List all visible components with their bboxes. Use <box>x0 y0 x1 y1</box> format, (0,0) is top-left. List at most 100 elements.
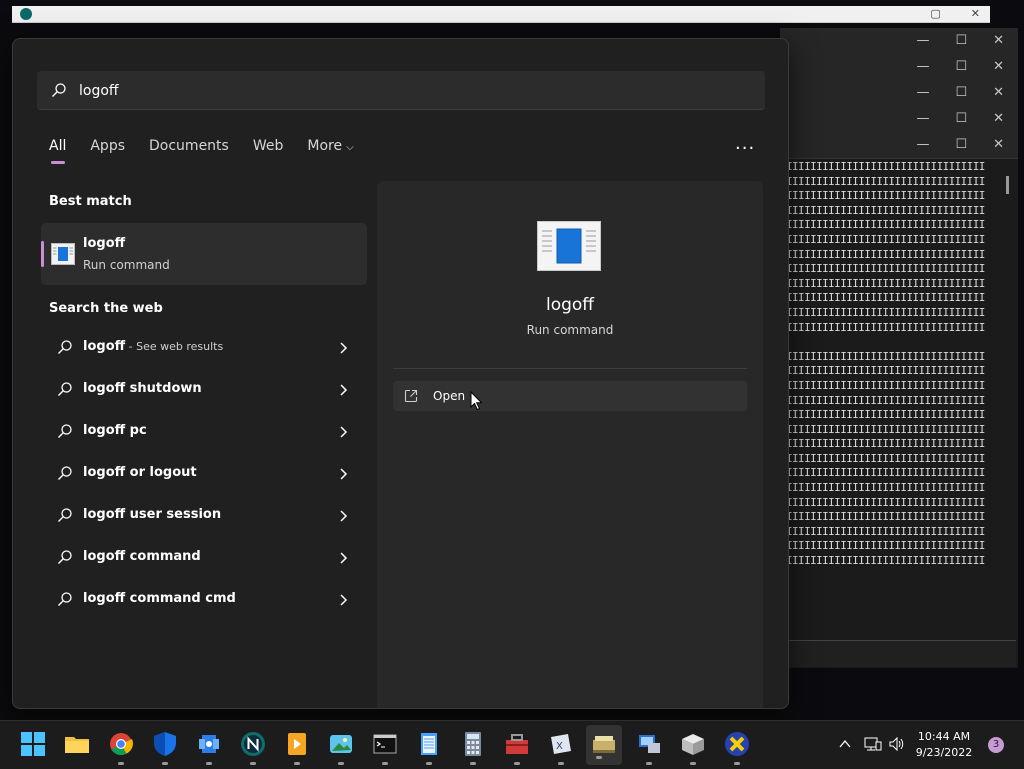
toolbox-icon <box>506 734 528 754</box>
folder-icon <box>65 737 89 753</box>
computer-manager-button[interactable] <box>636 731 662 765</box>
scanner-app-button[interactable] <box>586 725 622 765</box>
web-result-text: logoff pc <box>83 423 147 438</box>
chevron-right-icon <box>340 468 348 480</box>
scanner-icon <box>593 736 615 753</box>
xapp-button[interactable] <box>724 731 750 765</box>
app-logo-icon <box>20 8 32 20</box>
file-explorer-button[interactable] <box>64 731 90 757</box>
security-app-button[interactable] <box>152 731 178 765</box>
background-window-titlebar[interactable]: — ☐ ✕ <box>780 54 1018 81</box>
tab-all[interactable]: All <box>49 137 66 164</box>
best-match-item[interactable]: logoff Run command <box>41 223 367 285</box>
web-result-query: logoff command <box>83 549 201 564</box>
windows-logo-icon <box>21 732 45 756</box>
web-result-text: logoff shutdown <box>83 381 202 396</box>
network-icon[interactable] <box>864 736 882 752</box>
package-button[interactable] <box>680 731 706 765</box>
calculator-button[interactable] <box>460 731 486 765</box>
chrome-button[interactable] <box>108 731 134 765</box>
tab-documents[interactable]: Documents <box>149 137 229 161</box>
search-web-heading: Search the web <box>49 301 163 316</box>
terminal-button[interactable] <box>372 731 398 765</box>
background-window-titlebar: ▢ ✕ <box>12 6 990 23</box>
chrome-icon <box>110 733 133 755</box>
background-window-titlebar[interactable]: — ☐ ✕ <box>780 80 1018 107</box>
chevron-right-icon <box>340 384 348 396</box>
web-result-query: logoff <box>83 339 126 354</box>
best-match-heading: Best match <box>49 194 132 209</box>
calculator-icon <box>465 732 481 756</box>
web-result-suffix: - See web results <box>125 340 224 353</box>
tab-more[interactable]: More ⌵ <box>307 137 353 161</box>
open-label: Open <box>433 389 466 403</box>
navigator-button[interactable] <box>240 731 266 765</box>
open-external-icon <box>404 389 418 403</box>
more-options-button[interactable]: ... <box>735 135 755 153</box>
search-icon <box>52 83 66 97</box>
notepad-button[interactable] <box>416 731 442 765</box>
mouse-cursor-icon <box>470 391 483 411</box>
web-result-text: logoff user session <box>83 507 221 522</box>
photo-icon <box>330 735 352 753</box>
clock[interactable]: 10:44 AM 9/23/2022 <box>910 729 978 761</box>
detail-pane: logoff Run command Open <box>377 181 763 708</box>
web-result-text: logoff or logout <box>83 465 197 480</box>
web-result-item[interactable]: logoff pc <box>41 412 367 454</box>
web-result-item[interactable]: logoff command <box>41 538 367 580</box>
open-button[interactable]: Open <box>393 381 747 411</box>
web-result-item[interactable]: logoff or logout <box>41 454 367 496</box>
search-panel: All Apps Documents Web More⌵ ... Best ma… <box>12 38 789 709</box>
background-window-titlebar[interactable]: — ☐ ✕ <box>780 106 1018 133</box>
web-result-text: logoff - See web results <box>83 339 223 354</box>
run-command-large-icon <box>537 221 601 271</box>
web-result-item[interactable]: logoff user session <box>41 496 367 538</box>
web-results-list: logoff - See web results logoff shutdown l… <box>41 328 367 622</box>
clock-date: 9/23/2022 <box>915 746 973 759</box>
chevron-right-icon <box>340 552 348 564</box>
run-command-icon <box>51 243 75 265</box>
terminal-scrollbar[interactable] <box>1006 176 1009 194</box>
chevron-down-icon: ⌵ <box>346 142 354 153</box>
web-result-query: logoff pc <box>83 423 147 438</box>
detail-subtitle: Run command <box>526 323 614 337</box>
package-icon <box>682 734 704 755</box>
network-app-icon <box>199 735 219 753</box>
spreadsheet-button[interactable]: X <box>548 731 574 765</box>
background-window-titlebar[interactable]: — ☐ ✕ <box>780 132 1018 159</box>
selection-indicator <box>41 241 44 267</box>
web-result-item[interactable]: logoff - See web results <box>41 328 367 370</box>
chevron-right-icon <box>340 594 348 606</box>
search-icon <box>58 340 72 354</box>
tab-web[interactable]: Web <box>253 137 284 161</box>
search-icon <box>58 550 72 564</box>
web-result-item[interactable]: logoff shutdown <box>41 370 367 412</box>
computer-icon <box>639 735 660 753</box>
tab-apps[interactable]: Apps <box>90 137 125 161</box>
toolbox-button[interactable] <box>504 731 530 765</box>
photos-button[interactable] <box>328 731 354 765</box>
network-app-button[interactable] <box>196 731 222 765</box>
media-player-button[interactable] <box>284 731 310 765</box>
detail-title: logoff <box>545 295 595 315</box>
chevron-up-icon[interactable] <box>838 738 852 750</box>
notification-badge[interactable]: 3 <box>988 737 1004 753</box>
filter-tabs: All Apps Documents Web More ⌵ <box>49 137 378 164</box>
console-icon <box>373 734 397 754</box>
search-icon <box>58 382 72 396</box>
search-icon <box>58 592 72 606</box>
tab-more-label: More <box>307 138 343 154</box>
web-result-query: logoff user session <box>83 507 222 522</box>
background-window-titlebar[interactable]: — ☐ ✕ <box>780 28 1018 55</box>
chevron-right-icon <box>340 426 348 438</box>
start-button[interactable] <box>20 731 46 757</box>
volume-icon[interactable] <box>888 736 906 752</box>
search-input[interactable] <box>77 71 681 111</box>
search-box[interactable] <box>37 71 765 111</box>
web-result-item[interactable]: logoff command cmd <box>41 580 367 622</box>
search-icon <box>58 508 72 522</box>
search-icon <box>58 424 72 438</box>
terminal-output: IIIIIIIIIIIIIIIIIIIIIIIIIIIIIIIII IIIIII… <box>786 160 985 568</box>
svg-text:X: X <box>556 741 563 752</box>
web-result-text: logoff command <box>83 549 201 564</box>
